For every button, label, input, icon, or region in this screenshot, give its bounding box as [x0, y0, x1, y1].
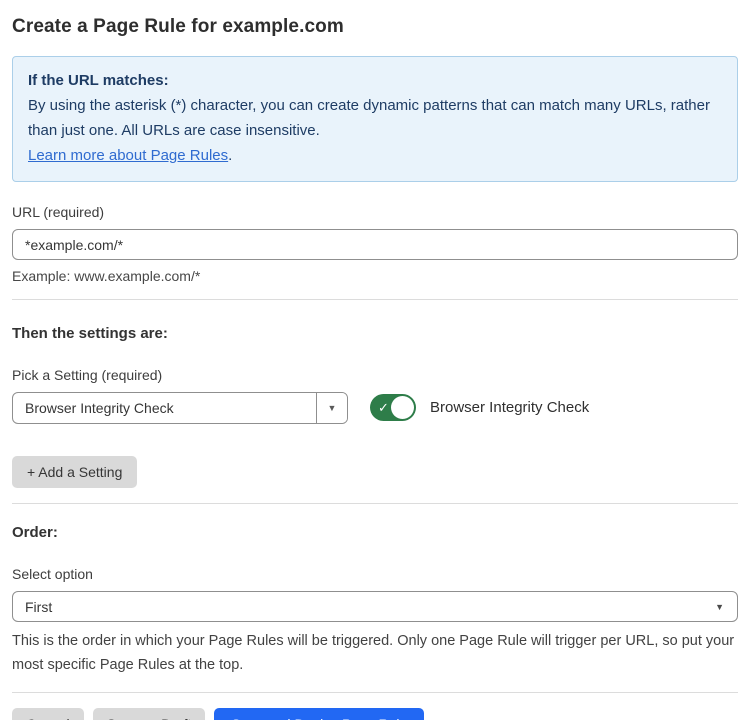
- chevron-down-icon: ▼: [328, 403, 337, 413]
- setting-row: Browser Integrity Check ▼ ✓ Browser Inte…: [12, 392, 738, 424]
- url-matches-info-box: If the URL matches: By using the asteris…: [12, 56, 738, 182]
- settings-section-heading: Then the settings are:: [12, 325, 738, 342]
- url-input[interactable]: [12, 229, 738, 260]
- learn-more-link[interactable]: Learn more about Page Rules: [28, 147, 228, 164]
- check-icon: ✓: [378, 401, 389, 414]
- link-period: .: [228, 147, 232, 164]
- pick-setting-label: Pick a Setting (required): [12, 367, 738, 383]
- browser-integrity-toggle[interactable]: ✓: [370, 394, 416, 421]
- save-and-deploy-button[interactable]: Save and Deploy Page Rule: [214, 708, 424, 720]
- url-field-helper: Example: www.example.com/*: [12, 268, 738, 284]
- divider-after-url: [12, 299, 738, 300]
- add-setting-button[interactable]: + Add a Setting: [12, 456, 137, 488]
- pick-setting-arrow-segment[interactable]: ▼: [316, 393, 347, 423]
- info-box-link-line: Learn more about Page Rules.: [28, 143, 722, 168]
- divider-after-settings: [12, 503, 738, 504]
- pick-setting-selected-value: Browser Integrity Check: [13, 393, 316, 423]
- order-select[interactable]: First ▼: [12, 591, 738, 622]
- chevron-down-icon: ▼: [715, 602, 724, 612]
- url-field-label: URL (required): [12, 204, 738, 220]
- footer-buttons: Cancel Save as Draft Save and Deploy Pag…: [12, 708, 738, 720]
- create-page-rule-form: Create a Page Rule for example.com If th…: [0, 0, 750, 720]
- cancel-button[interactable]: Cancel: [12, 708, 84, 720]
- info-box-body: By using the asterisk (*) character, you…: [28, 93, 722, 143]
- browser-integrity-toggle-group: ✓ Browser Integrity Check: [370, 394, 589, 421]
- order-selected-value: First: [25, 599, 52, 615]
- order-select-label: Select option: [12, 566, 738, 582]
- pick-setting-select[interactable]: Browser Integrity Check ▼: [12, 392, 348, 424]
- page-title: Create a Page Rule for example.com: [12, 16, 738, 38]
- toggle-label: Browser Integrity Check: [430, 399, 589, 416]
- toggle-knob: [391, 396, 414, 419]
- divider-before-footer: [12, 692, 738, 693]
- order-section-heading: Order:: [12, 524, 738, 541]
- save-as-draft-button[interactable]: Save as Draft: [93, 708, 206, 720]
- info-box-heading: If the URL matches:: [28, 68, 722, 93]
- order-helper-text: This is the order in which your Page Rul…: [12, 629, 738, 677]
